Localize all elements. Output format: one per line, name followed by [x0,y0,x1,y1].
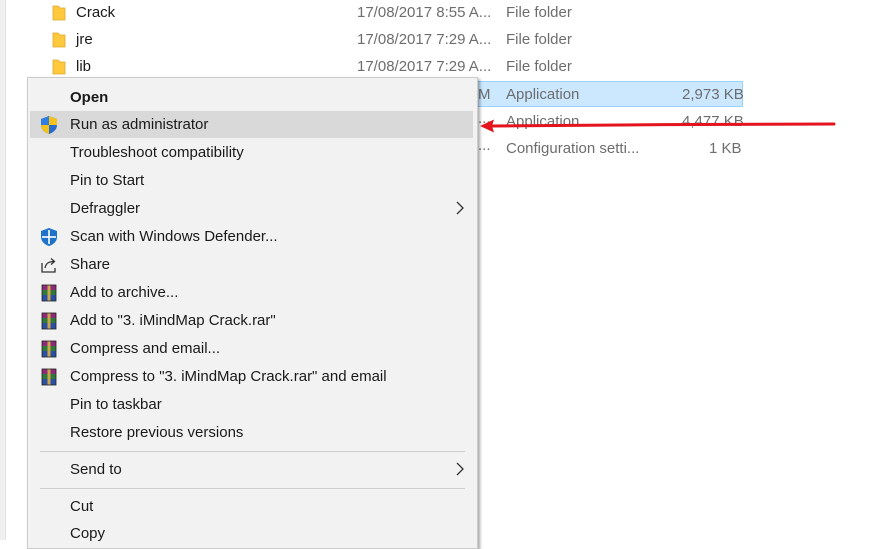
menu-item-add-to-archive[interactable]: Add to archive... [30,279,473,306]
windows-defender-icon [41,228,57,246]
menu-item-label: Cut [70,498,94,515]
winrar-icon [41,312,57,330]
file-date: 17/08/2017 8:55 A... [357,4,492,21]
menu-item-label: Send to [70,461,122,478]
folder-icon [52,59,66,75]
menu-item-label: Share [70,256,111,273]
menu-item-label: Scan with Windows Defender... [70,228,278,245]
file-date-partial: ... [478,137,491,154]
menu-item-label: Compress and email... [70,340,221,357]
menu-item-copy[interactable]: Copy [30,520,473,547]
menu-item-label: Pin to taskbar [70,396,162,413]
menu-item-label: Restore previous versions [70,424,244,441]
menu-item-label: Compress to "3. iMindMap Crack.rar" and … [70,368,387,385]
winrar-icon [41,340,57,358]
file-date: 17/08/2017 7:29 A... [357,31,492,48]
file-date: 17/08/2017 7:29 A... [357,58,492,75]
menu-item-send-to[interactable]: Send to [30,456,473,483]
file-row-jre[interactable]: jre 17/08/2017 7:29 A... File folder [44,27,754,54]
menu-item-restore-previous-versions[interactable]: Restore previous versions [30,419,473,446]
menu-item-pin-to-taskbar[interactable]: Pin to taskbar [30,391,473,418]
annotation-arrow-icon [480,119,836,133]
file-date-partial: M [478,86,491,103]
winrar-icon [41,284,57,302]
menu-item-run-as-administrator[interactable]: Run as administrator [30,111,473,138]
menu-item-defraggler[interactable]: Defraggler [30,195,473,222]
folder-icon [52,5,66,21]
file-name: Crack [76,4,116,21]
menu-item-label: Run as administrator [70,116,209,133]
menu-item-label: Copy [70,525,106,542]
menu-item-pin-to-start[interactable]: Pin to Start [30,167,473,194]
menu-item-label: Add to archive... [70,284,179,301]
folder-icon [52,32,66,48]
menu-separator [40,488,465,489]
file-name: lib [76,58,92,75]
context-menu: Open Run as administrator Troubleshoot c… [27,77,478,549]
file-row-crack[interactable]: Crack 17/08/2017 8:55 A... File folder [44,0,754,27]
file-type: Configuration setti... [506,140,640,157]
menu-separator [40,451,465,452]
file-name: jre [76,31,93,48]
uac-shield-icon [41,116,57,134]
menu-item-cut[interactable]: Cut [30,493,473,520]
menu-item-share[interactable]: Share [30,251,473,278]
chevron-right-icon [456,462,464,476]
file-size: 2,973 KB [682,86,744,103]
menu-item-compress-and-email[interactable]: Compress and email... [30,335,473,362]
share-icon [41,258,56,273]
menu-item-label: Troubleshoot compatibility [70,144,244,161]
menu-item-label: Open [70,89,109,106]
winrar-icon [41,368,57,386]
menu-item-open[interactable]: Open [30,84,473,111]
file-type: File folder [506,58,572,75]
menu-item-add-to-rar[interactable]: Add to "3. iMindMap Crack.rar" [30,307,473,334]
menu-item-scan-with-windows-defender[interactable]: Scan with Windows Defender... [30,223,473,250]
file-size: 1 KB [709,140,742,157]
menu-item-label: Pin to Start [70,172,145,189]
window-left-border [0,0,6,540]
menu-item-label: Defraggler [70,200,141,217]
chevron-right-icon [456,201,464,215]
file-type: File folder [506,31,572,48]
file-type: Application [506,86,580,103]
menu-item-compress-to-rar-and-email[interactable]: Compress to "3. iMindMap Crack.rar" and … [30,363,473,390]
menu-item-troubleshoot-compatibility[interactable]: Troubleshoot compatibility [30,139,473,166]
menu-item-label: Add to "3. iMindMap Crack.rar" [70,312,276,329]
file-type: File folder [506,4,572,21]
